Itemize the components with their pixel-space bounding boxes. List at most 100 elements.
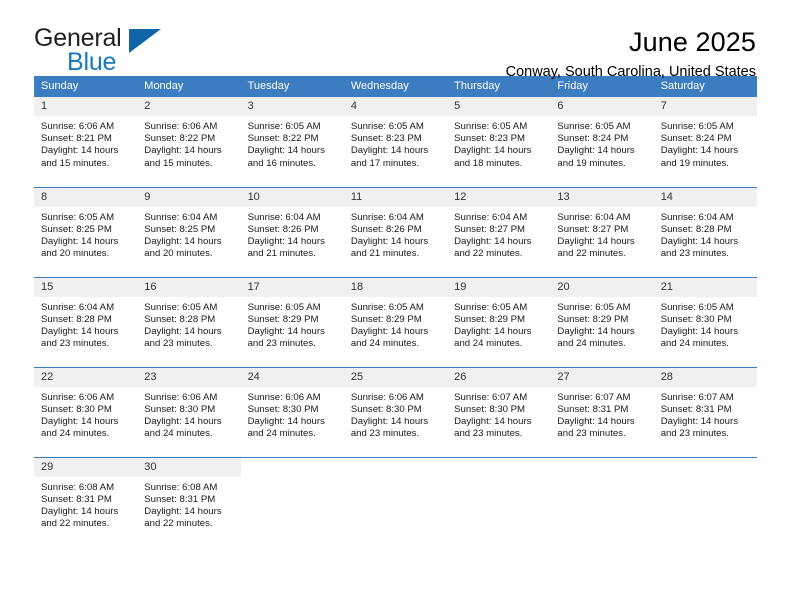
day-daylight-2-text: and 23 minutes. <box>247 338 316 350</box>
day-details: Sunrise: 6:08 AM Sunset: 8:31 PM Daylight:… <box>137 477 240 531</box>
day-details: Sunrise: 6:06 AM Sunset: 8:22 PM Daylight:… <box>137 116 240 170</box>
day-sunset-text: Sunset: 8:22 PM <box>144 133 216 145</box>
day-sunrise-text: Sunrise: 6:05 AM <box>247 301 321 313</box>
day-sunrise-text: Sunrise: 6:07 AM <box>557 391 631 403</box>
day-sunset-text: Sunset: 8:31 PM <box>660 403 732 415</box>
calendar-day-cell[interactable]: 15 Sunrise: 6:04 AM Sunset: 8:28 PM Dayligh… <box>34 276 138 367</box>
day-sunset-text: Sunset: 8:30 PM <box>144 403 216 415</box>
day-daylight-2-text: and 24 minutes. <box>41 428 110 440</box>
day-number: 17 <box>240 277 344 297</box>
sunrise-sunset-calendar-table: Sunday Monday Tuesday Wednesday Thursday… <box>34 76 757 547</box>
day-sunrise-text: Sunrise: 6:04 AM <box>350 211 424 223</box>
calendar-day-cell[interactable]: 2 Sunrise: 6:06 AM Sunset: 8:22 PM Daylight… <box>137 97 241 187</box>
calendar-day-cell[interactable]: 30 Sunrise: 6:08 AM Sunset: 8:31 PM Dayligh… <box>137 456 241 547</box>
day-sunset-text: Sunset: 8:29 PM <box>557 313 629 325</box>
day-details: Sunrise: 6:05 AM Sunset: 8:24 PM Daylight:… <box>654 116 757 170</box>
calendar-day-cell[interactable]: 23 Sunrise: 6:06 AM Sunset: 8:30 PM Dayligh… <box>137 366 241 457</box>
day-daylight-1-text: Daylight: 14 hours <box>41 415 119 427</box>
day-number: 13 <box>550 187 654 207</box>
day-number: 22 <box>34 367 138 387</box>
day-details: Sunrise: 6:05 AM Sunset: 8:29 PM Daylight:… <box>550 297 653 351</box>
calendar-day-cell[interactable]: 24 Sunrise: 6:06 AM Sunset: 8:30 PM Dayligh… <box>240 366 344 457</box>
day-daylight-1-text: Daylight: 14 hours <box>454 325 532 337</box>
day-daylight-2-text: and 24 minutes. <box>247 428 316 440</box>
calendar-day-cell[interactable]: 17 Sunrise: 6:05 AM Sunset: 8:29 PM Dayligh… <box>240 276 344 367</box>
day-number: 10 <box>240 187 344 207</box>
day-sunrise-text: Sunrise: 6:04 AM <box>144 211 218 223</box>
day-number: 8 <box>34 187 138 207</box>
calendar-day-cell[interactable]: 10 Sunrise: 6:04 AM Sunset: 8:26 PM Dayligh… <box>240 186 344 277</box>
calendar-week-row: 15 Sunrise: 6:04 AM Sunset: 8:28 PM Dayligh… <box>34 276 757 367</box>
day-daylight-1-text: Daylight: 14 hours <box>350 145 429 157</box>
day-sunset-text: Sunset: 8:30 PM <box>454 403 526 415</box>
day-sunrise-text: Sunrise: 6:07 AM <box>454 391 528 403</box>
calendar-day-cell[interactable]: 29 Sunrise: 6:08 AM Sunset: 8:31 PM Dayligh… <box>34 456 138 547</box>
calendar-day-cell[interactable]: 7 Sunrise: 6:05 AM Sunset: 8:24 PM Daylight… <box>653 97 757 187</box>
day-sunset-text: Sunset: 8:22 PM <box>247 133 319 145</box>
calendar-wrapper: Sunday Monday Tuesday Wednesday Thursday… <box>0 76 792 547</box>
calendar-page: General Blue June 2025 Conway, South Car… <box>0 0 792 612</box>
calendar-day-cell[interactable]: 11 Sunrise: 6:04 AM Sunset: 8:26 PM Dayligh… <box>343 186 448 277</box>
day-sunrise-text: Sunrise: 6:06 AM <box>247 391 321 403</box>
day-daylight-2-text: and 19 minutes. <box>557 157 626 169</box>
day-details: Sunrise: 6:06 AM Sunset: 8:30 PM Daylight:… <box>241 387 344 441</box>
day-sunrise-text: Sunrise: 6:06 AM <box>41 121 115 132</box>
calendar-day-cell-empty <box>240 456 344 547</box>
day-details: Sunrise: 6:06 AM Sunset: 8:21 PM Daylight:… <box>34 116 137 170</box>
calendar-day-cell[interactable]: 1 Sunrise: 6:06 AM Sunset: 8:21 PM Daylight… <box>34 97 138 187</box>
day-sunrise-text: Sunrise: 6:06 AM <box>41 391 115 403</box>
day-number: 12 <box>447 187 551 207</box>
day-daylight-2-text: and 24 minutes. <box>350 338 420 350</box>
calendar-day-cell[interactable]: 18 Sunrise: 6:05 AM Sunset: 8:29 PM Dayligh… <box>343 276 448 367</box>
day-details: Sunrise: 6:04 AM Sunset: 8:27 PM Daylight:… <box>447 207 550 261</box>
day-daylight-1-text: Daylight: 14 hours <box>144 235 222 247</box>
calendar-week-row: 29 Sunrise: 6:08 AM Sunset: 8:31 PM Dayligh… <box>34 456 757 547</box>
day-daylight-2-text: and 22 minutes. <box>557 248 626 260</box>
day-daylight-2-text: and 23 minutes. <box>350 428 420 440</box>
logo-text-blue: Blue <box>67 48 117 76</box>
general-blue-logo[interactable]: General Blue <box>34 26 194 82</box>
day-daylight-2-text: and 15 minutes. <box>144 157 213 169</box>
calendar-day-cell[interactable]: 26 Sunrise: 6:07 AM Sunset: 8:30 PM Dayligh… <box>447 366 551 457</box>
day-daylight-2-text: and 22 minutes. <box>41 518 110 530</box>
calendar-day-cell[interactable]: 27 Sunrise: 6:07 AM Sunset: 8:31 PM Dayligh… <box>550 366 654 457</box>
calendar-day-cell[interactable]: 6 Sunrise: 6:05 AM Sunset: 8:24 PM Daylight… <box>550 97 654 187</box>
calendar-day-cell[interactable]: 21 Sunrise: 6:05 AM Sunset: 8:30 PM Dayligh… <box>653 276 757 367</box>
day-number: 5 <box>447 97 551 116</box>
day-sunset-text: Sunset: 8:30 PM <box>350 403 422 415</box>
calendar-day-cell[interactable]: 13 Sunrise: 6:04 AM Sunset: 8:27 PM Dayligh… <box>550 186 654 277</box>
day-daylight-1-text: Daylight: 14 hours <box>660 235 739 247</box>
calendar-day-cell[interactable]: 22 Sunrise: 6:06 AM Sunset: 8:30 PM Dayligh… <box>34 366 138 457</box>
day-daylight-1-text: Daylight: 14 hours <box>557 235 635 247</box>
day-number: 27 <box>550 367 654 387</box>
day-sunrise-text: Sunrise: 6:08 AM <box>41 481 115 493</box>
title-block: June 2025 Conway, South Carolina, United… <box>506 26 756 81</box>
calendar-body: 1 Sunrise: 6:06 AM Sunset: 8:21 PM Daylight… <box>34 97 757 547</box>
calendar-day-cell[interactable]: 25 Sunrise: 6:06 AM Sunset: 8:30 PM Dayligh… <box>343 366 448 457</box>
calendar-week-row: 22 Sunrise: 6:06 AM Sunset: 8:30 PM Dayligh… <box>34 366 757 457</box>
day-daylight-1-text: Daylight: 14 hours <box>247 145 325 157</box>
day-sunset-text: Sunset: 8:28 PM <box>144 313 216 325</box>
day-number: 25 <box>343 367 448 387</box>
calendar-day-cell[interactable]: 16 Sunrise: 6:05 AM Sunset: 8:28 PM Dayligh… <box>137 276 241 367</box>
calendar-day-cell[interactable]: 14 Sunrise: 6:04 AM Sunset: 8:28 PM Dayligh… <box>653 186 757 277</box>
day-number: 1 <box>34 97 138 116</box>
calendar-day-cell-empty <box>550 456 654 547</box>
calendar-day-cell[interactable]: 28 Sunrise: 6:07 AM Sunset: 8:31 PM Dayligh… <box>653 366 757 457</box>
calendar-day-cell[interactable]: 12 Sunrise: 6:04 AM Sunset: 8:27 PM Dayligh… <box>447 186 551 277</box>
calendar-day-cell[interactable]: 8 Sunrise: 6:05 AM Sunset: 8:25 PM Daylight… <box>34 186 138 277</box>
day-sunrise-text: Sunrise: 6:05 AM <box>247 121 321 132</box>
calendar-day-cell[interactable]: 4 Sunrise: 6:05 AM Sunset: 8:23 PM Daylight… <box>343 97 448 187</box>
calendar-day-cell[interactable]: 5 Sunrise: 6:05 AM Sunset: 8:23 PM Daylight… <box>447 97 551 187</box>
day-daylight-1-text: Daylight: 14 hours <box>247 235 325 247</box>
calendar-day-cell[interactable]: 20 Sunrise: 6:05 AM Sunset: 8:29 PM Dayligh… <box>550 276 654 367</box>
day-sunset-text: Sunset: 8:21 PM <box>41 133 112 145</box>
day-sunrise-text: Sunrise: 6:06 AM <box>144 391 218 403</box>
day-number: 11 <box>343 187 448 207</box>
day-details: Sunrise: 6:05 AM Sunset: 8:23 PM Daylight:… <box>447 116 550 170</box>
calendar-day-cell[interactable]: 9 Sunrise: 6:04 AM Sunset: 8:25 PM Daylight… <box>137 186 241 277</box>
day-daylight-1-text: Daylight: 14 hours <box>557 145 635 157</box>
day-number: 9 <box>137 187 241 207</box>
calendar-day-cell[interactable]: 19 Sunrise: 6:05 AM Sunset: 8:29 PM Dayligh… <box>447 276 551 367</box>
calendar-day-cell[interactable]: 3 Sunrise: 6:05 AM Sunset: 8:22 PM Daylight… <box>240 97 344 187</box>
